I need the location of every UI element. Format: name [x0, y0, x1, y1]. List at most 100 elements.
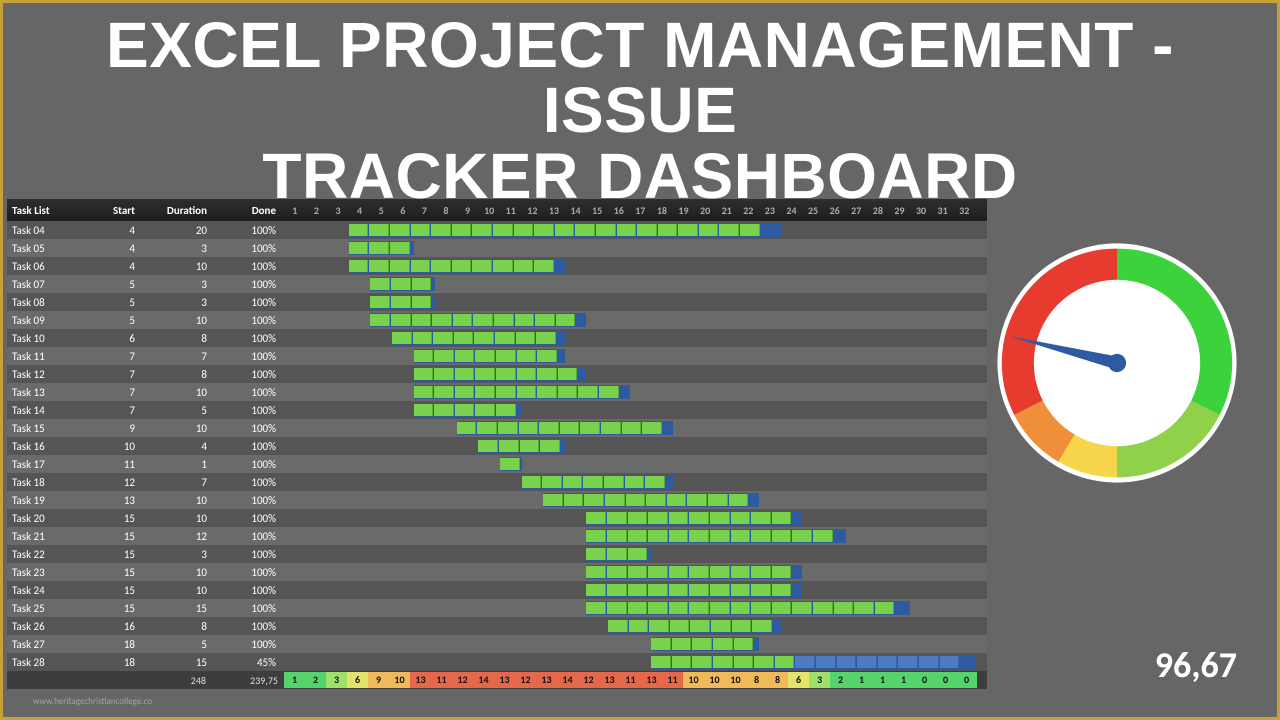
table-row[interactable]: Task 16104100% [7, 437, 987, 455]
cell-start: 15 [85, 530, 140, 543]
gantt-cell [284, 599, 977, 617]
cell-start: 15 [85, 566, 140, 579]
heatmap-cell: 13 [599, 672, 620, 688]
gantt-bar[interactable] [370, 313, 586, 327]
axis-tick: 1 [284, 204, 306, 217]
table-row[interactable]: Task 09510100% [7, 311, 987, 329]
gantt-bar[interactable] [414, 403, 522, 417]
table-row[interactable]: Task 0853100% [7, 293, 987, 311]
table-body: Task 04420100%Task 0543100%Task 06410100… [7, 221, 987, 671]
cell-start: 11 [85, 458, 140, 471]
table-row[interactable]: Task 04420100% [7, 221, 987, 239]
gantt-bar[interactable] [478, 439, 564, 453]
table-row[interactable]: Task 211512100% [7, 527, 987, 545]
cell-task: Task 06 [7, 260, 85, 273]
gantt-bar[interactable] [543, 493, 759, 507]
gantt-bar[interactable] [414, 349, 565, 363]
axis-tick: 4 [349, 204, 371, 217]
table-row[interactable]: Task 28181545% [7, 653, 987, 671]
table-row[interactable]: Task 1278100% [7, 365, 987, 383]
table-row[interactable]: Task 15910100% [7, 419, 987, 437]
gantt-bar[interactable] [586, 565, 802, 579]
gantt-cell [284, 365, 977, 383]
cell-task: Task 20 [7, 512, 85, 525]
cell-duration: 7 [140, 350, 212, 363]
cell-done: 100% [212, 278, 284, 291]
title-block: EXCEL PROJECT MANAGEMENT - ISSUE TRACKER… [3, 3, 1277, 209]
gantt-bar[interactable] [500, 457, 522, 471]
gantt-bar[interactable] [370, 277, 435, 291]
gantt-bar[interactable] [414, 385, 630, 399]
table-row[interactable]: Task 13710100% [7, 383, 987, 401]
heatmap-cell: 12 [515, 672, 536, 688]
table-row[interactable]: Task 1177100% [7, 347, 987, 365]
gantt-bar[interactable] [608, 619, 781, 633]
gantt-bar[interactable] [586, 601, 910, 615]
cell-duration: 5 [140, 638, 212, 651]
table-row[interactable]: Task 241510100% [7, 581, 987, 599]
gantt-bar[interactable] [349, 259, 565, 273]
axis-tick: 5 [370, 204, 392, 217]
table-row[interactable]: Task 0753100% [7, 275, 987, 293]
axis-tick: 24 [781, 204, 803, 217]
gantt-bar[interactable] [392, 331, 565, 345]
gantt-bar[interactable] [522, 475, 673, 489]
heatmap-cell: 11 [620, 672, 641, 688]
gantt-cell [284, 275, 977, 293]
gantt-bar[interactable] [586, 511, 802, 525]
cell-done: 100% [212, 494, 284, 507]
cell-done: 100% [212, 386, 284, 399]
table-row[interactable]: Task 201510100% [7, 509, 987, 527]
cell-task: Task 24 [7, 584, 85, 597]
cell-duration: 8 [140, 620, 212, 633]
cell-task: Task 11 [7, 350, 85, 363]
cell-done: 100% [212, 620, 284, 633]
cell-duration: 7 [140, 476, 212, 489]
cell-task: Task 28 [7, 656, 85, 669]
table-row[interactable]: Task 22153100% [7, 545, 987, 563]
table-row[interactable]: Task 27185100% [7, 635, 987, 653]
table-row[interactable]: Task 26168100% [7, 617, 987, 635]
gauge-svg [987, 233, 1247, 493]
cell-done: 100% [212, 638, 284, 651]
table-row[interactable]: Task 1068100% [7, 329, 987, 347]
table-row[interactable]: Task 17111100% [7, 455, 987, 473]
gantt-bar[interactable] [370, 295, 435, 309]
gantt-bar[interactable] [414, 367, 587, 381]
cell-duration: 4 [140, 440, 212, 453]
heatmap-cell: 1 [851, 672, 872, 688]
axis-tick: 30 [910, 204, 932, 217]
gantt-bar[interactable] [349, 241, 414, 255]
gantt-bar[interactable] [651, 655, 975, 669]
cell-start: 5 [85, 314, 140, 327]
axis-tick: 28 [867, 204, 889, 217]
cell-start: 4 [85, 260, 140, 273]
cell-start: 18 [85, 656, 140, 669]
heatmap-cell: 2 [305, 672, 326, 688]
gantt-cell [284, 617, 977, 635]
cell-duration: 10 [140, 386, 212, 399]
gantt-bar[interactable] [651, 637, 759, 651]
gantt-bar[interactable] [586, 529, 845, 543]
table-row[interactable]: Task 251515100% [7, 599, 987, 617]
cell-duration: 20 [140, 224, 212, 237]
cell-task: Task 04 [7, 224, 85, 237]
gantt-bar[interactable] [457, 421, 673, 435]
cell-task: Task 08 [7, 296, 85, 309]
cell-done: 100% [212, 584, 284, 597]
gantt-bar[interactable] [586, 547, 651, 561]
cell-duration: 15 [140, 656, 212, 669]
table-row[interactable]: Task 1475100% [7, 401, 987, 419]
cell-start: 6 [85, 332, 140, 345]
table-row[interactable]: Task 0543100% [7, 239, 987, 257]
axis-tick: 13 [543, 204, 565, 217]
gantt-cell [284, 527, 977, 545]
gantt-bar[interactable] [586, 583, 802, 597]
axis-tick: 10 [478, 204, 500, 217]
table-row[interactable]: Task 231510100% [7, 563, 987, 581]
heatmap-cell: 0 [914, 672, 935, 688]
table-row[interactable]: Task 06410100% [7, 257, 987, 275]
table-row[interactable]: Task 18127100% [7, 473, 987, 491]
table-row[interactable]: Task 191310100% [7, 491, 987, 509]
gantt-bar[interactable] [349, 223, 781, 237]
